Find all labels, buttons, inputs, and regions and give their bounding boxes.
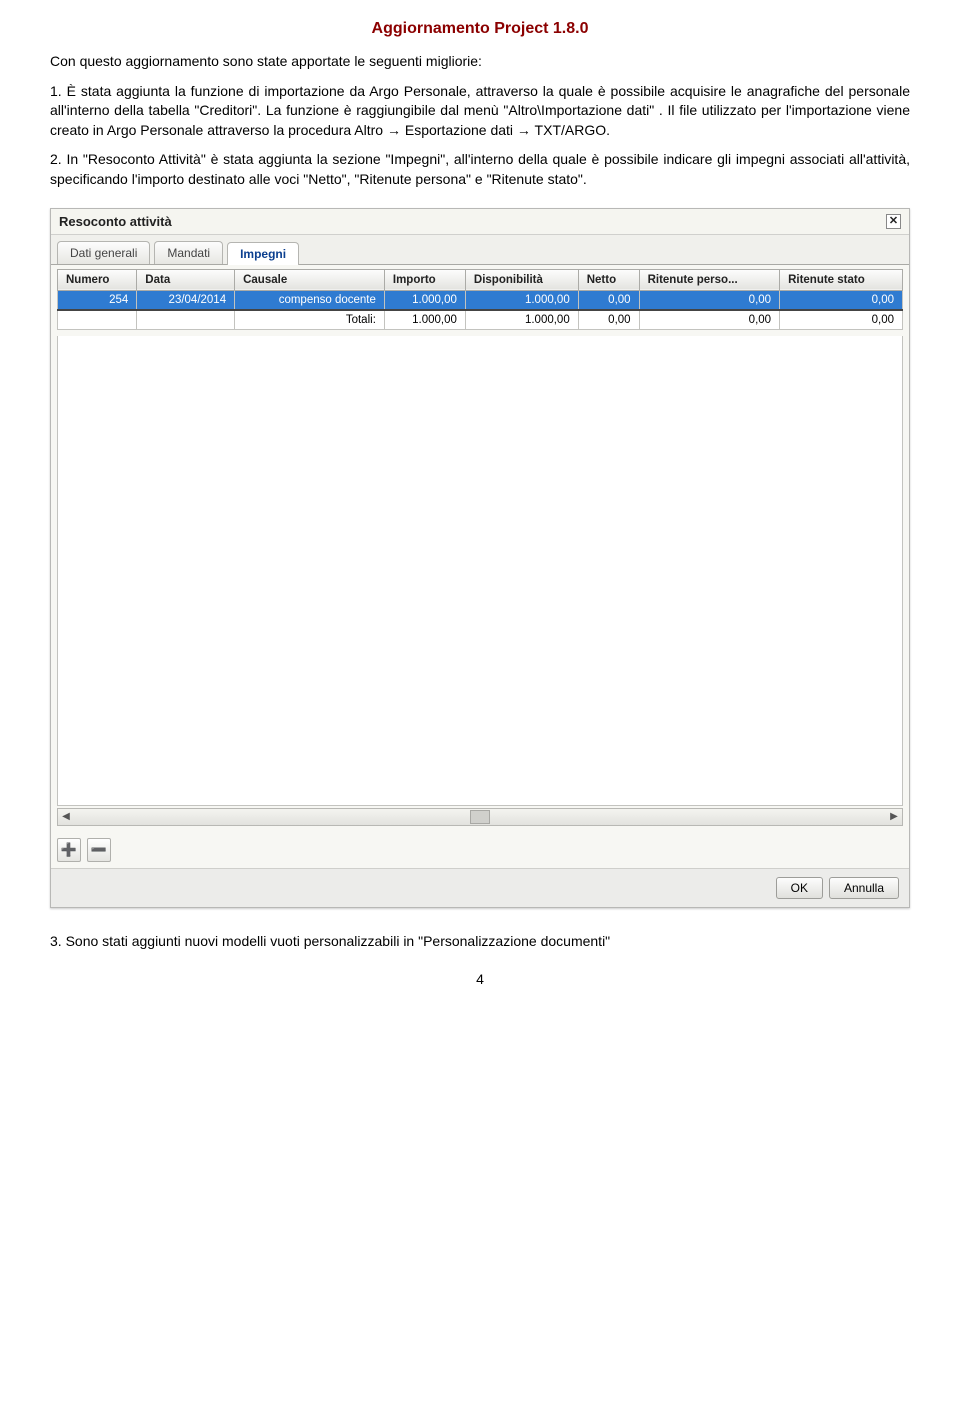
cell-rit-perso: 0,00	[639, 290, 780, 310]
row-icon-bar: ➕ ➖	[51, 832, 909, 868]
intro-text: Con questo aggiornamento sono state appo…	[50, 52, 910, 72]
table-header-row: Numero Data Causale Importo Disponibilit…	[58, 269, 903, 290]
totals-disponibilita: 1.000,00	[465, 310, 578, 330]
add-row-icon[interactable]: ➕	[57, 838, 81, 862]
col-ritenute-stato[interactable]: Ritenute stato	[780, 269, 903, 290]
table-empty-area	[57, 336, 903, 806]
table-row[interactable]: 254 23/04/2014 compenso docente 1.000,00…	[58, 290, 903, 310]
delete-row-icon[interactable]: ➖	[87, 838, 111, 862]
dialog-title-text: Resoconto attività	[59, 214, 172, 229]
totals-spacer-1	[58, 310, 137, 330]
cell-importo: 1.000,00	[384, 290, 465, 310]
col-ritenute-perso[interactable]: Ritenute perso...	[639, 269, 780, 290]
table-totals-row: Totali: 1.000,00 1.000,00 0,00 0,00 0,00	[58, 310, 903, 330]
scroll-right-icon[interactable]: ▶	[886, 809, 902, 825]
col-causale[interactable]: Causale	[235, 269, 385, 290]
item-2-text: 2. In "Resoconto Attività" è stata aggiu…	[50, 150, 910, 189]
ok-button[interactable]: OK	[776, 877, 823, 899]
resoconto-attivita-dialog: Resoconto attività ✕ Dati generali Manda…	[50, 208, 910, 908]
scroll-thumb[interactable]	[470, 810, 490, 824]
cell-causale: compenso docente	[235, 290, 385, 310]
totals-label: Totali:	[235, 310, 385, 330]
cancel-button[interactable]: Annulla	[829, 877, 899, 899]
cell-numero: 254	[58, 290, 137, 310]
dialog-button-bar: OK Annulla	[51, 868, 909, 907]
scroll-left-icon[interactable]: ◀	[58, 809, 74, 825]
totals-netto: 0,00	[578, 310, 639, 330]
totals-spacer-2	[137, 310, 235, 330]
totals-rit-stato: 0,00	[780, 310, 903, 330]
page-number: 4	[50, 971, 910, 987]
impegni-table: Numero Data Causale Importo Disponibilit…	[57, 269, 903, 330]
cell-disponibilita: 1.000,00	[465, 290, 578, 310]
item-1-text: 1. È stata aggiunta la funzione di impor…	[50, 82, 910, 141]
tab-impegni[interactable]: Impegni	[227, 242, 299, 265]
col-data[interactable]: Data	[137, 269, 235, 290]
item-3-text: 3. Sono stati aggiunti nuovi modelli vuo…	[50, 932, 910, 952]
horizontal-scrollbar[interactable]: ◀ ▶	[57, 808, 903, 826]
totals-importo: 1.000,00	[384, 310, 465, 330]
cell-rit-stato: 0,00	[780, 290, 903, 310]
col-disponibilita[interactable]: Disponibilità	[465, 269, 578, 290]
tab-bar: Dati generali Mandati Impegni	[51, 235, 909, 265]
close-icon[interactable]: ✕	[886, 214, 901, 229]
col-importo[interactable]: Importo	[384, 269, 465, 290]
tab-mandati[interactable]: Mandati	[154, 241, 223, 264]
totals-rit-perso: 0,00	[639, 310, 780, 330]
page-title: Aggiornamento Project 1.8.0	[50, 20, 910, 38]
cell-data: 23/04/2014	[137, 290, 235, 310]
col-netto[interactable]: Netto	[578, 269, 639, 290]
cell-netto: 0,00	[578, 290, 639, 310]
col-numero[interactable]: Numero	[58, 269, 137, 290]
dialog-title-bar: Resoconto attività ✕	[51, 209, 909, 235]
tab-dati-generali[interactable]: Dati generali	[57, 241, 150, 264]
table-area: Numero Data Causale Importo Disponibilit…	[51, 265, 909, 336]
